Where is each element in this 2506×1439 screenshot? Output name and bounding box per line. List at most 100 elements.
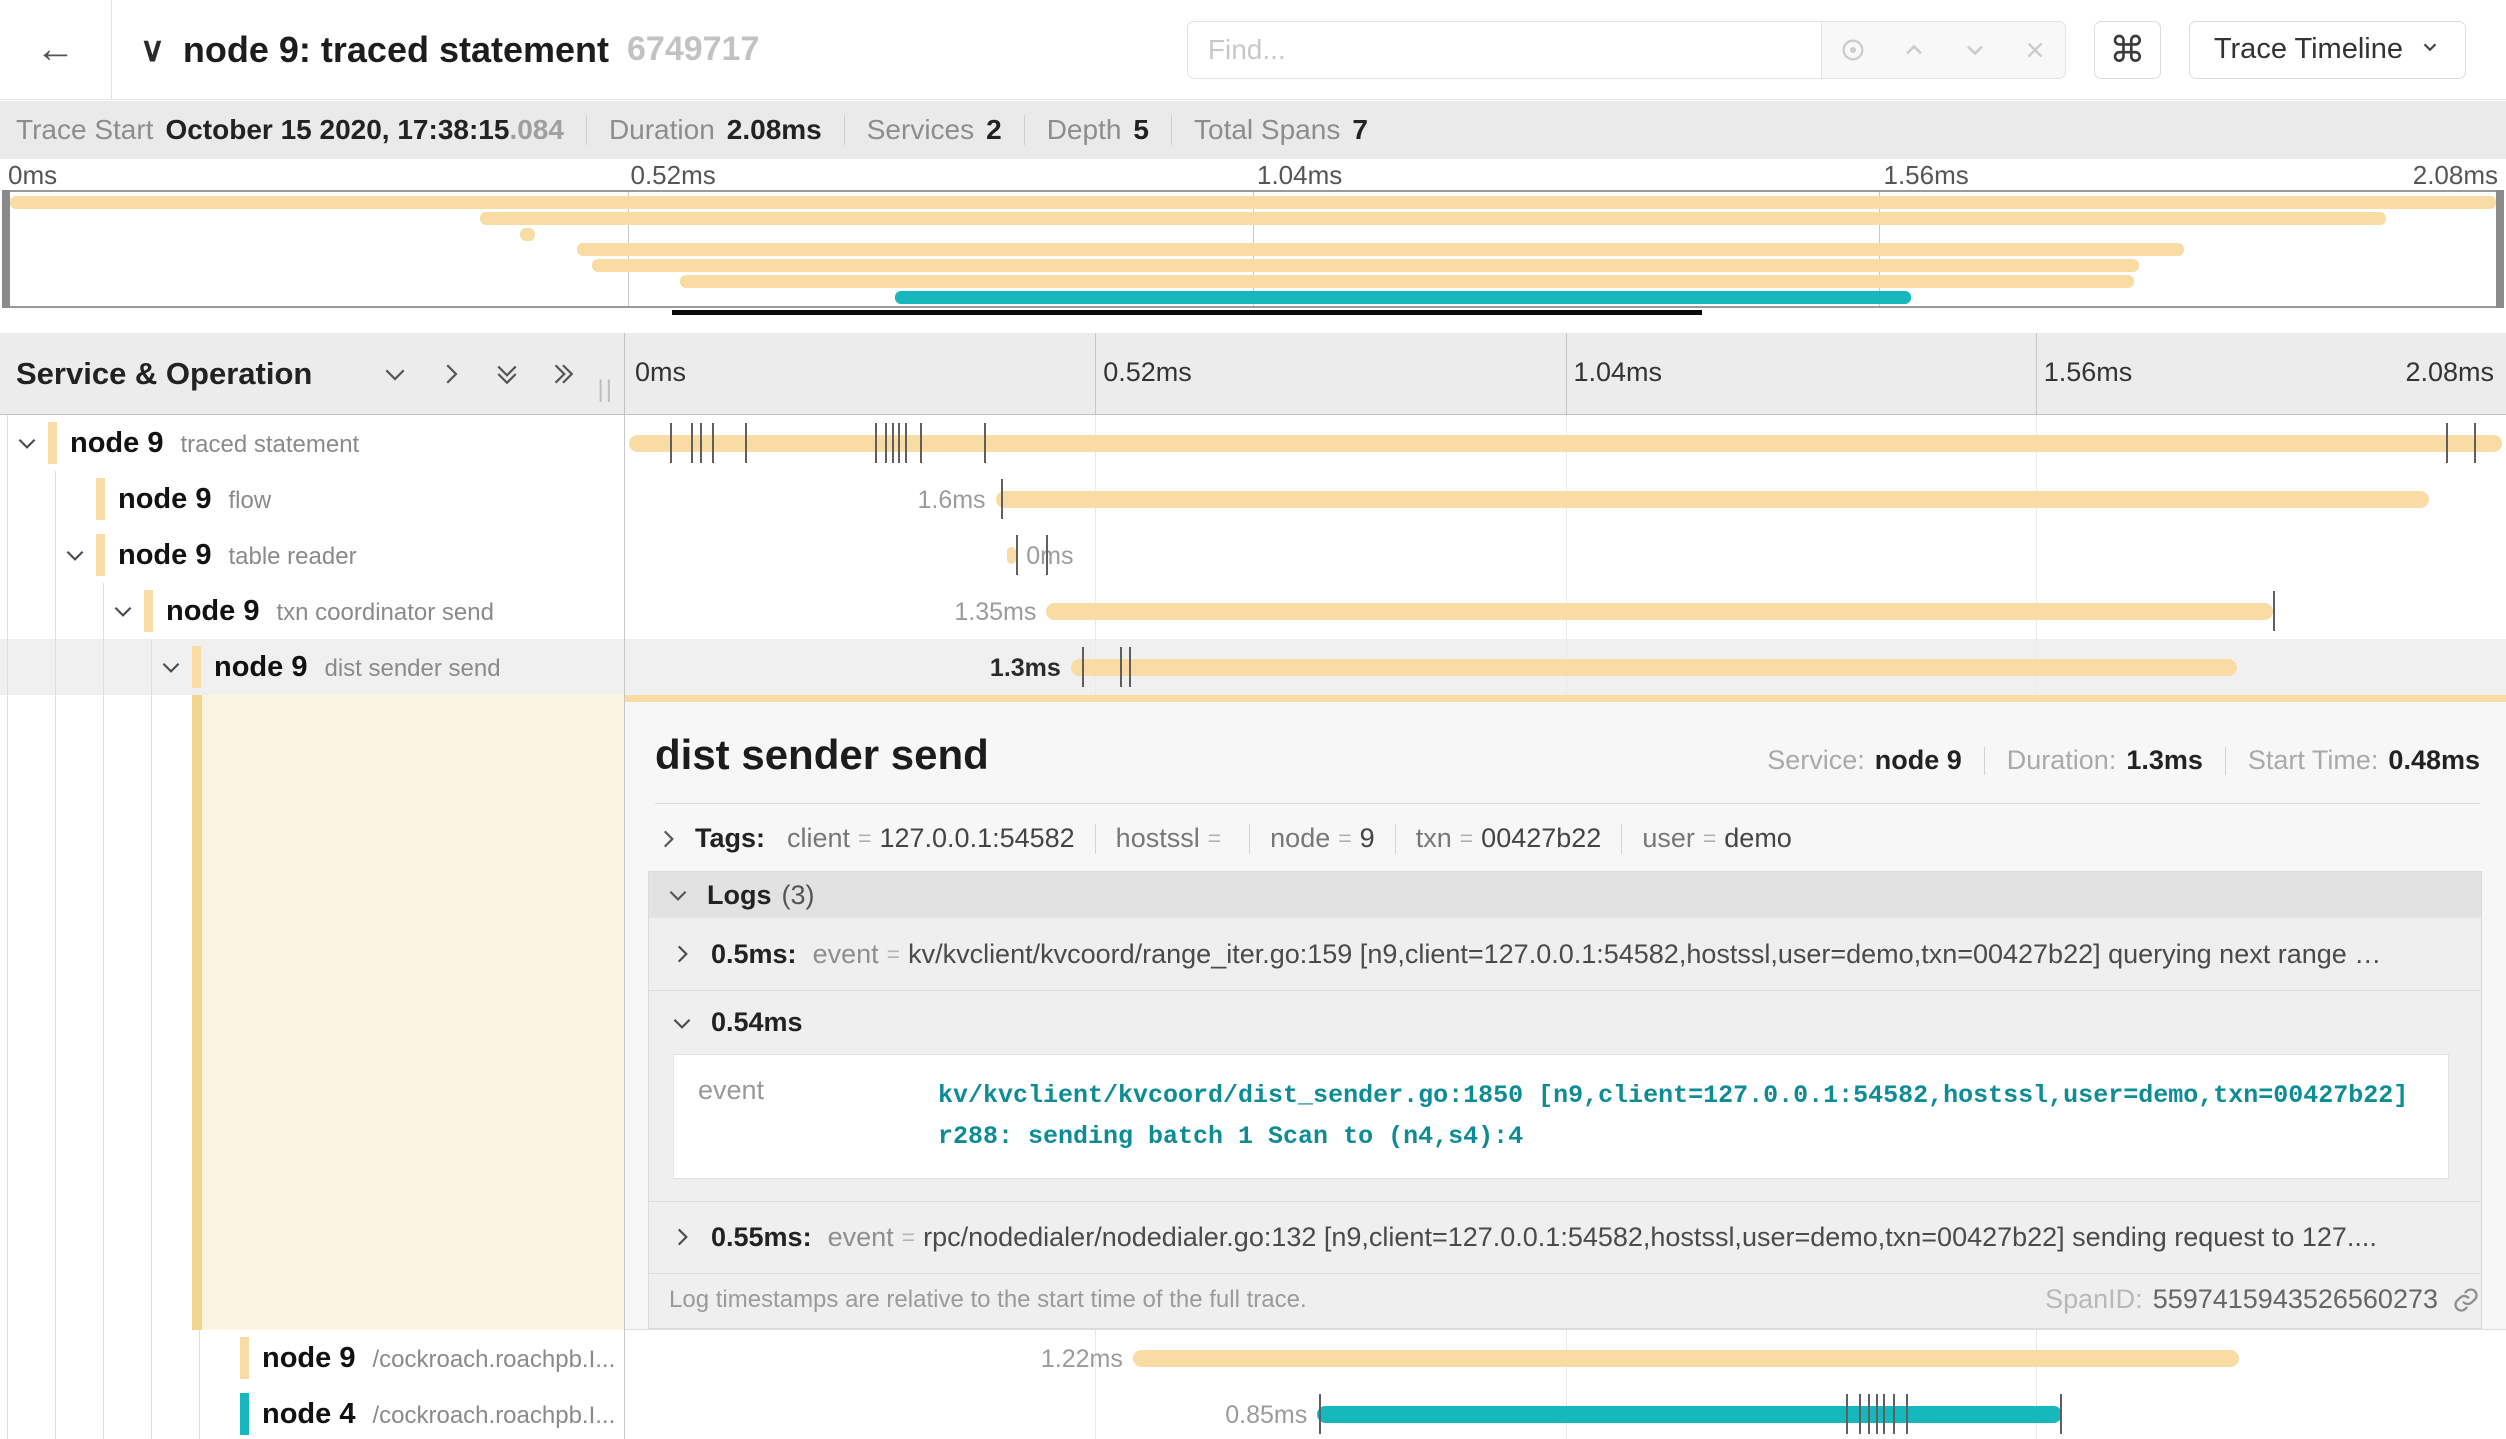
span-timeline-cell[interactable]: 1.22ms xyxy=(625,1330,2506,1386)
minimap-left-handle[interactable] xyxy=(2,190,10,308)
span-operation-name: table reader xyxy=(228,543,356,570)
column-resize-grip[interactable]: || xyxy=(598,376,614,404)
span-name-cell[interactable]: node 9flow xyxy=(0,471,625,527)
log-marker-tick xyxy=(2060,1394,2062,1434)
trace-stats-bar: Trace StartOctober 15 2020, 17:38:15.084… xyxy=(0,101,2506,159)
span-row[interactable]: node 9txn coordinator send 1.35ms xyxy=(0,583,2506,639)
find-prev-icon[interactable] xyxy=(1900,36,1928,64)
command-icon: ⌘ xyxy=(2109,29,2145,71)
tag-item[interactable]: node=9 xyxy=(1270,823,1375,854)
span-row[interactable]: node 9/cockroach.roachpb.I...1.22ms xyxy=(0,1330,2506,1386)
logs-header[interactable]: Logs (3) xyxy=(649,872,2481,918)
span-duration-bar[interactable] xyxy=(1317,1406,2062,1423)
tag-item[interactable]: user=demo xyxy=(1642,823,1792,854)
trace-title-group[interactable]: ∨ node 9: traced statement 6749717 xyxy=(140,29,759,71)
span-color-bar xyxy=(240,1337,249,1379)
span-service-name: node 4/cockroach.roachpb.I... xyxy=(262,1398,615,1431)
span-row[interactable]: node 9dist sender send1.3ms xyxy=(0,639,2506,695)
minimap-span-bar[interactable] xyxy=(592,259,2138,272)
back-button[interactable]: ← xyxy=(0,0,112,100)
tag-item[interactable]: txn=00427b22 xyxy=(1416,823,1602,854)
span-duration-bar[interactable] xyxy=(1046,603,2272,620)
span-timeline-cell[interactable]: 1.6ms xyxy=(625,471,2506,527)
span-name-cell[interactable]: node 9table reader xyxy=(0,527,625,583)
log-marker-tick xyxy=(1016,535,1018,575)
chevron-down-icon[interactable] xyxy=(10,426,44,460)
minimap-span-bar[interactable] xyxy=(680,275,2134,288)
minimap-canvas[interactable] xyxy=(2,190,2504,308)
tag-separator xyxy=(1095,824,1096,854)
tree-guide-line xyxy=(199,1386,200,1439)
span-timeline-cell[interactable]: 1.35ms xyxy=(625,583,2506,639)
span-timeline-cell[interactable]: 0.85ms xyxy=(625,1386,2506,1439)
log-marker-tick xyxy=(1893,1394,1895,1434)
log-timestamp: 0.55ms: xyxy=(711,1222,812,1253)
find-next-icon[interactable] xyxy=(1961,36,1989,64)
chevron-right-icon xyxy=(669,1224,695,1250)
stat-separator xyxy=(1171,115,1172,145)
span-rows-top: node 9traced statementnode 9flow1.6msnod… xyxy=(0,415,2506,695)
expand-all-icon[interactable] xyxy=(548,359,578,389)
span-timeline-cell[interactable] xyxy=(625,415,2506,471)
find-clear-icon[interactable] xyxy=(2022,37,2048,63)
tree-guide-line xyxy=(103,583,104,639)
span-operation-name: txn coordinator send xyxy=(276,599,493,626)
keyboard-shortcuts-button[interactable]: ⌘ xyxy=(2094,21,2161,79)
collapse-one-icon[interactable] xyxy=(380,359,410,389)
chevron-down-icon[interactable] xyxy=(106,594,140,628)
span-row[interactable]: node 9flow1.6ms xyxy=(0,471,2506,527)
link-icon[interactable] xyxy=(2452,1286,2480,1314)
minimap-span-bar[interactable] xyxy=(895,291,1911,304)
tree-guide-line xyxy=(7,1386,8,1439)
span-operation-name: /cockroach.roachpb.I... xyxy=(372,1346,615,1373)
collapse-all-icon[interactable] xyxy=(492,359,522,389)
tree-guide-line xyxy=(103,695,104,1330)
span-name-cell[interactable]: node 9/cockroach.roachpb.I... xyxy=(0,1330,625,1386)
tree-guide-line xyxy=(55,471,56,527)
chevron-down-icon[interactable] xyxy=(154,650,188,684)
stat-value: October 15 2020, 17:38:15 xyxy=(165,114,509,146)
minimap-span-bar[interactable] xyxy=(10,196,2497,209)
span-duration-bar[interactable] xyxy=(1071,659,2237,676)
tags-row[interactable]: Tags: client=127.0.0.1:54582hostssl=node… xyxy=(655,823,2480,854)
tag-value: 127.0.0.1:54582 xyxy=(879,823,1074,854)
span-row[interactable]: node 9traced statement xyxy=(0,415,2506,471)
stat-label: Depth xyxy=(1047,114,1122,146)
chevron-down-icon[interactable]: ∨ xyxy=(140,30,165,70)
log-marker-tick xyxy=(885,423,887,463)
span-duration-bar[interactable] xyxy=(1007,547,1016,564)
ruler-tick-label: 1.04ms xyxy=(1574,357,1663,388)
span-name-cell[interactable]: node 9traced statement xyxy=(0,415,625,471)
span-name-cell[interactable]: node 4/cockroach.roachpb.I... xyxy=(0,1386,625,1439)
span-service-name: node 9txn coordinator send xyxy=(166,595,494,628)
minimap-scrollbar[interactable] xyxy=(672,310,1702,315)
span-timeline-cell[interactable]: 0ms xyxy=(625,527,2506,583)
stat-value: 2.08ms xyxy=(727,114,822,146)
span-row[interactable]: node 4/cockroach.roachpb.I... 0.85ms xyxy=(0,1386,2506,1439)
equals-icon: = xyxy=(858,825,871,852)
minimap-span-bar[interactable] xyxy=(480,212,2387,225)
span-name-cell[interactable]: node 9txn coordinator send xyxy=(0,583,625,639)
minimap-span-bar[interactable] xyxy=(577,243,2183,256)
span-duration-bar[interactable] xyxy=(1133,1350,2239,1367)
find-input[interactable] xyxy=(1187,21,1821,79)
expand-one-icon[interactable] xyxy=(436,359,466,389)
minimap-right-handle[interactable] xyxy=(2496,190,2504,308)
tag-item[interactable]: hostssl= xyxy=(1116,823,1229,854)
span-duration-bar[interactable] xyxy=(996,491,2429,508)
span-row[interactable]: node 9table reader0ms xyxy=(0,527,2506,583)
match-target-icon[interactable] xyxy=(1839,36,1867,64)
minimap-span-bar[interactable] xyxy=(520,228,535,241)
logs-title: Logs xyxy=(707,880,772,911)
chevron-down-icon[interactable] xyxy=(58,538,92,572)
span-name-cell[interactable]: node 9dist sender send xyxy=(0,639,625,695)
spanid-value: 5597415943526560273 xyxy=(2153,1284,2438,1315)
tag-item[interactable]: client=127.0.0.1:54582 xyxy=(787,823,1075,854)
log-entry-row[interactable]: 0.55ms:event=rpc/nodedialer/nodedialer.g… xyxy=(649,1201,2481,1273)
expanded-row-fill xyxy=(202,695,624,1330)
view-dropdown[interactable]: Trace Timeline xyxy=(2189,21,2466,79)
log-entry-row[interactable]: 0.5ms:event=kv/kvclient/kvcoord/range_it… xyxy=(649,918,2481,990)
log-entry-header[interactable]: 0.54ms xyxy=(669,1007,2463,1038)
span-timeline-cell[interactable]: 1.3ms xyxy=(625,639,2506,695)
span-duration-bar[interactable] xyxy=(629,435,2502,452)
